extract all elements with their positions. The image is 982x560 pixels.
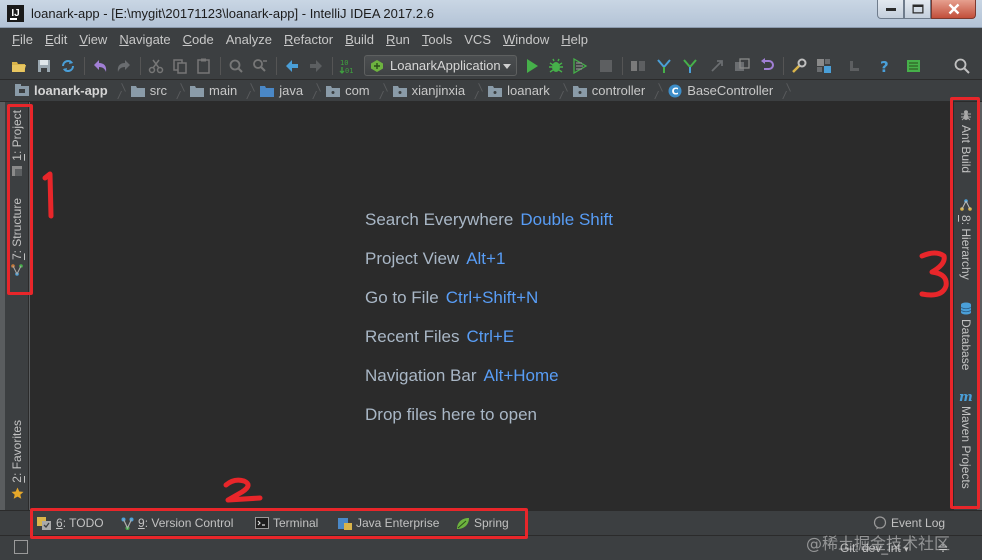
menu-refactor[interactable]: Refactor — [278, 32, 339, 47]
run-with-coverage-icon[interactable] — [571, 57, 589, 75]
window-title: loanark-app - [E:\mygit\20171123\loanark… — [31, 6, 434, 21]
breadcrumb-item-java[interactable]: java — [260, 80, 326, 102]
vcs-compare-icon[interactable] — [708, 57, 726, 75]
hint-go-to-file: Go to File Ctrl+Shift+N — [365, 288, 539, 307]
menu-edit[interactable]: Edit — [39, 32, 73, 47]
chevron-down-icon — [503, 64, 511, 69]
help-icon[interactable]: ? — [876, 57, 894, 75]
copy-icon[interactable] — [171, 57, 189, 75]
main-toolbar: 10 01 LoanarkApplication ? — [0, 51, 982, 80]
stop-icon[interactable] — [597, 57, 615, 75]
breadcrumb-item-src[interactable]: src — [130, 80, 190, 102]
redo-icon[interactable] — [115, 57, 133, 75]
maximize-button[interactable] — [904, 0, 931, 19]
tab-event-log[interactable]: Event Log — [873, 516, 945, 530]
watermark: @稀土掘金技术社区 — [806, 534, 951, 553]
vcs-revert-icon[interactable] — [758, 57, 776, 75]
search-icon[interactable] — [953, 57, 971, 75]
annotation-box-left — [7, 104, 33, 295]
close-button[interactable] — [931, 0, 976, 19]
menu-navigate[interactable]: Navigate — [113, 32, 176, 47]
breadcrumb: loanark-app src main java com xianjinxia… — [0, 80, 982, 102]
forward-arrow-icon[interactable] — [307, 57, 325, 75]
breadcrumb-item-controller[interactable]: controller — [572, 80, 668, 102]
annotation-box-right — [950, 97, 980, 509]
menu-file[interactable]: File — [6, 32, 39, 47]
annotation-number-two — [223, 477, 263, 503]
package-icon — [572, 85, 587, 97]
run-configuration-label: LoanarkApplication — [390, 58, 501, 73]
svg-text:C: C — [672, 86, 679, 97]
svg-text:01: 01 — [345, 67, 353, 75]
paste-icon[interactable] — [195, 57, 213, 75]
folder-icon — [190, 85, 205, 97]
sdk-manager-icon[interactable] — [846, 57, 864, 75]
menu-analyze[interactable]: Analyze — [220, 32, 278, 47]
annotation-number-one — [42, 171, 54, 219]
cut-icon[interactable] — [147, 57, 165, 75]
menu-window[interactable]: Window — [497, 32, 555, 47]
svg-text:?: ? — [880, 58, 889, 75]
minimize-button[interactable] — [877, 0, 904, 19]
vcs-history-icon[interactable] — [733, 57, 751, 75]
project-structure-icon[interactable] — [815, 57, 833, 75]
package-icon — [488, 85, 503, 97]
annotation-number-three — [919, 250, 949, 298]
package-icon — [392, 85, 407, 97]
folder-icon — [130, 85, 145, 97]
save-all-icon[interactable] — [35, 57, 53, 75]
spring-boot-icon — [371, 59, 383, 72]
package-icon — [326, 85, 341, 97]
menu-help[interactable]: Help — [555, 32, 594, 47]
settings-icon[interactable] — [790, 57, 808, 75]
window-controls — [877, 0, 976, 19]
breadcrumb-item-basecontroller[interactable]: C BaseController — [668, 80, 796, 102]
make-project-icon[interactable] — [629, 57, 647, 75]
menu-tools[interactable]: Tools — [416, 32, 458, 47]
find-icon[interactable] — [227, 57, 245, 75]
menu-view[interactable]: View — [73, 32, 113, 47]
hint-recent-files: Recent Files Ctrl+E — [365, 327, 515, 346]
sequence-diagram-icon[interactable] — [905, 57, 923, 75]
toggle-tool-buttons-icon[interactable] — [14, 540, 28, 554]
run-icon[interactable] — [523, 57, 541, 75]
undo-icon[interactable] — [91, 57, 109, 75]
menu-vcs[interactable]: VCS — [458, 32, 497, 47]
breadcrumb-item-loanark[interactable]: loanark — [488, 80, 573, 102]
intellij-logo-icon: IJ — [7, 5, 24, 22]
breadcrumb-item-main[interactable]: main — [190, 80, 260, 102]
debug-icon[interactable] — [547, 57, 565, 75]
hint-navigation-bar: Navigation Bar Alt+Home — [365, 366, 559, 385]
vcs-commit-icon[interactable] — [681, 57, 699, 75]
tab-favorites[interactable]: 2: Favorites — [5, 420, 29, 500]
class-icon: C — [668, 84, 682, 97]
back-arrow-icon[interactable] — [283, 57, 301, 75]
event-log-icon — [873, 516, 887, 530]
svg-text:10: 10 — [340, 59, 348, 67]
sync-icon[interactable] — [59, 57, 77, 75]
module-icon — [15, 84, 29, 96]
run-configuration-select[interactable]: LoanarkApplication — [364, 55, 517, 76]
menu-code[interactable]: Code — [177, 32, 220, 47]
hint-drop-files: Drop files here to open — [365, 405, 537, 424]
vcs-update-icon[interactable] — [655, 57, 673, 75]
open-folder-icon[interactable] — [10, 57, 28, 75]
replace-icon[interactable] — [251, 57, 269, 75]
menu-bar: File Edit View Navigate Code Analyze Ref… — [0, 28, 982, 51]
breadcrumb-item-com[interactable]: com — [326, 80, 393, 102]
source-folder-icon — [260, 85, 275, 97]
annotation-box-bottom — [30, 508, 528, 539]
menu-run[interactable]: Run — [380, 32, 416, 47]
build-project-icon[interactable]: 1001 — [339, 57, 357, 75]
hint-search-everywhere: Search Everywhere Double Shift — [365, 210, 613, 229]
window-title-bar: IJ loanark-app - [E:\mygit\20171123\loan… — [0, 0, 982, 28]
breadcrumb-item-loanark-app[interactable]: loanark-app — [15, 80, 131, 102]
star-icon — [11, 487, 23, 499]
hint-project-view: Project View Alt+1 — [365, 249, 506, 268]
breadcrumb-item-xianjinxia[interactable]: xianjinxia — [392, 80, 488, 102]
editor-empty-state[interactable]: Search Everywhere Double Shift Project Vi… — [30, 102, 953, 510]
menu-build[interactable]: Build — [339, 32, 380, 47]
